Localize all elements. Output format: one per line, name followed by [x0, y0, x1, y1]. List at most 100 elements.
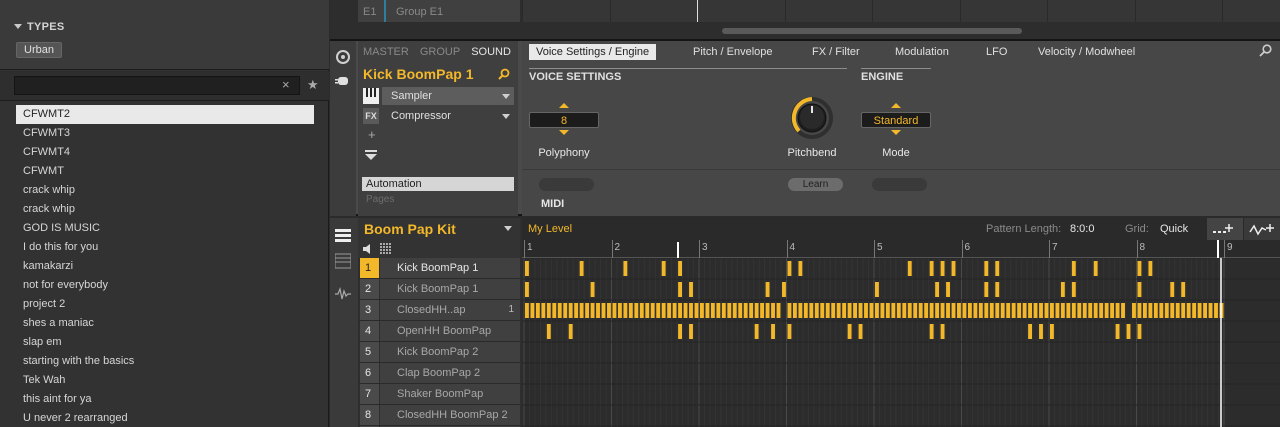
polyphony-decrement-icon[interactable] [559, 130, 569, 135]
speaker-icon[interactable] [363, 243, 375, 258]
sound-row-number[interactable]: 4 [360, 321, 379, 341]
sound-row-name[interactable]: ClosedHH BoomPap 2 [380, 405, 520, 425]
plugin-slot-sampler[interactable]: Sampler [362, 87, 514, 105]
favorites-star-icon[interactable]: ★ [307, 77, 319, 93]
arranger-timeline[interactable] [522, 0, 1280, 22]
pitchbend-knob[interactable] [790, 96, 834, 140]
kit-header[interactable]: Boom Pap Kit [358, 218, 520, 240]
dropdown-arrow-icon[interactable] [502, 94, 510, 99]
step-tool-button[interactable] [1207, 218, 1243, 240]
modulation-view-icon[interactable] [335, 286, 351, 305]
arranger-scrollbar[interactable] [722, 28, 1022, 34]
kit-dropdown-arrow-icon[interactable] [504, 226, 512, 231]
tab-fx-filter[interactable]: FX / Filter [805, 44, 867, 60]
sound-row-number[interactable]: 7 [360, 384, 379, 404]
sound-row-number[interactable]: 6 [360, 363, 379, 383]
file-list-item[interactable]: project 2 [16, 295, 314, 314]
mode-value[interactable]: Standard [861, 112, 931, 128]
types-header[interactable]: TYPES [14, 21, 65, 33]
file-list-item[interactable]: U never 2 rearranged [16, 409, 314, 427]
file-list-item[interactable]: crack whip [16, 200, 314, 219]
mode-decrement-icon[interactable] [891, 130, 901, 135]
pattern-length-value[interactable]: 8:0:0 [1070, 223, 1094, 235]
midi-assign-slot-3[interactable] [872, 178, 927, 191]
keyboard-view-icon[interactable] [334, 253, 352, 272]
sound-row-name[interactable]: OpenHH BoomPap [380, 321, 520, 341]
file-list-item[interactable]: this aint for ya [16, 390, 314, 409]
parameter-search-icon[interactable] [1259, 44, 1272, 60]
file-list-item[interactable]: kamakarzi [16, 257, 314, 276]
file-list-item[interactable]: I do this for you [16, 238, 314, 257]
group-view-icon[interactable] [335, 228, 351, 247]
pattern-name[interactable]: My Level [528, 223, 572, 235]
file-list-item[interactable]: slap em [16, 333, 314, 352]
control-mode-icon[interactable] [335, 49, 351, 65]
automation-button[interactable]: Automation [362, 177, 514, 191]
tab-voice-settings-engine[interactable]: Voice Settings / Engine [529, 44, 657, 60]
file-list-item[interactable]: CFWMT2 [16, 105, 314, 124]
sound-row[interactable]: 2 Kick BoomPap 1 [358, 279, 520, 300]
plugin-icon[interactable] [335, 73, 351, 89]
sound-row[interactable]: 4 OpenHH BoomPap [358, 321, 520, 342]
tab-modulation[interactable]: Modulation [888, 44, 956, 60]
grid-pad-icon[interactable] [380, 243, 392, 258]
search-input[interactable] [14, 76, 300, 95]
level-selector-sound[interactable]: SOUND [471, 46, 511, 58]
sound-row[interactable]: 3 ClosedHH..ap 1 [358, 300, 520, 321]
file-list-item[interactable]: crack whip [16, 181, 314, 200]
note-block [929, 261, 934, 276]
sound-row-name[interactable]: ClosedHH..ap [380, 300, 520, 320]
group-row[interactable]: E1 Group E1 [358, 0, 520, 22]
modulation-tool-button[interactable] [1244, 218, 1280, 240]
collapse-triangle-icon[interactable] [14, 24, 22, 29]
sound-row-name[interactable]: Shaker BoomPap [380, 384, 520, 404]
clear-search-icon[interactable]: × [282, 77, 290, 92]
tab-velocity-modwheel[interactable]: Velocity / Modwheel [1031, 44, 1142, 60]
polyphony-increment-icon[interactable] [559, 103, 569, 108]
learn-button[interactable]: Learn [788, 178, 843, 191]
mode-increment-icon[interactable] [891, 103, 901, 108]
sound-row[interactable]: 5 Kick BoomPap 2 [358, 342, 520, 363]
note-grid[interactable] [522, 258, 1280, 427]
sound-row[interactable]: 8 ClosedHH BoomPap 2 [358, 405, 520, 426]
dropdown-arrow-icon[interactable] [502, 114, 510, 119]
sound-search-icon[interactable] [498, 68, 510, 83]
file-list-item[interactable]: CFWMT4 [16, 143, 314, 162]
sound-row-number[interactable]: 1 [360, 258, 379, 278]
polyphony-value[interactable]: 8 [529, 112, 599, 128]
sound-row-number[interactable]: 8 [360, 405, 379, 425]
sound-row-name[interactable]: Kick BoomPap 1 [380, 258, 520, 278]
note-block [656, 303, 661, 318]
sound-row-number[interactable]: 2 [360, 279, 379, 299]
note-grid-canvas[interactable] [522, 258, 1280, 427]
level-selector-group[interactable]: GROUP [420, 46, 460, 58]
sound-row-name[interactable]: Kick BoomPap 1 [380, 279, 520, 299]
add-plugin-button[interactable]: + [368, 127, 376, 142]
grid-value[interactable]: Quick [1160, 223, 1188, 235]
file-list-item[interactable]: Tek Wah [16, 371, 314, 390]
sound-row[interactable]: 7 Shaker BoomPap [358, 384, 520, 405]
sound-name[interactable]: Kick BoomPap 1 [363, 66, 473, 82]
collapse-panel-icon[interactable] [364, 149, 378, 161]
file-list-item[interactable]: CFWMT [16, 162, 314, 181]
sound-row[interactable]: 6 Clap BoomPap 2 [358, 363, 520, 384]
level-selector-master[interactable]: MASTER [363, 46, 409, 58]
file-list-item[interactable]: GOD IS MUSIC [16, 219, 314, 238]
sound-row-name[interactable]: Clap BoomPap 2 [380, 363, 520, 383]
tab-pitch-envelope[interactable]: Pitch / Envelope [686, 44, 780, 60]
tab-lfo[interactable]: LFO [979, 44, 1014, 60]
plugin-slot-compressor[interactable]: FX Compressor [362, 107, 514, 125]
file-list-item[interactable]: CFWMT3 [16, 124, 314, 143]
file-list-item[interactable]: starting with the basics [16, 352, 314, 371]
file-list-item[interactable]: not for everybody [16, 276, 314, 295]
sound-row-number[interactable]: 5 [360, 342, 379, 362]
sound-row-number[interactable]: 3 [360, 300, 379, 320]
midi-assign-slot-1[interactable] [539, 178, 594, 191]
file-list-item[interactable]: shes a maniac [16, 314, 314, 333]
type-tag-urban[interactable]: Urban [16, 42, 62, 58]
loop-start-marker[interactable] [677, 242, 679, 258]
sound-row-name[interactable]: Kick BoomPap 2 [380, 342, 520, 362]
sound-row[interactable]: 1 Kick BoomPap 1 [358, 258, 520, 279]
pattern-ruler[interactable]: 1 2 3 4 5 6 7 8 9 [522, 240, 1280, 258]
playhead-marker[interactable] [1217, 240, 1219, 258]
